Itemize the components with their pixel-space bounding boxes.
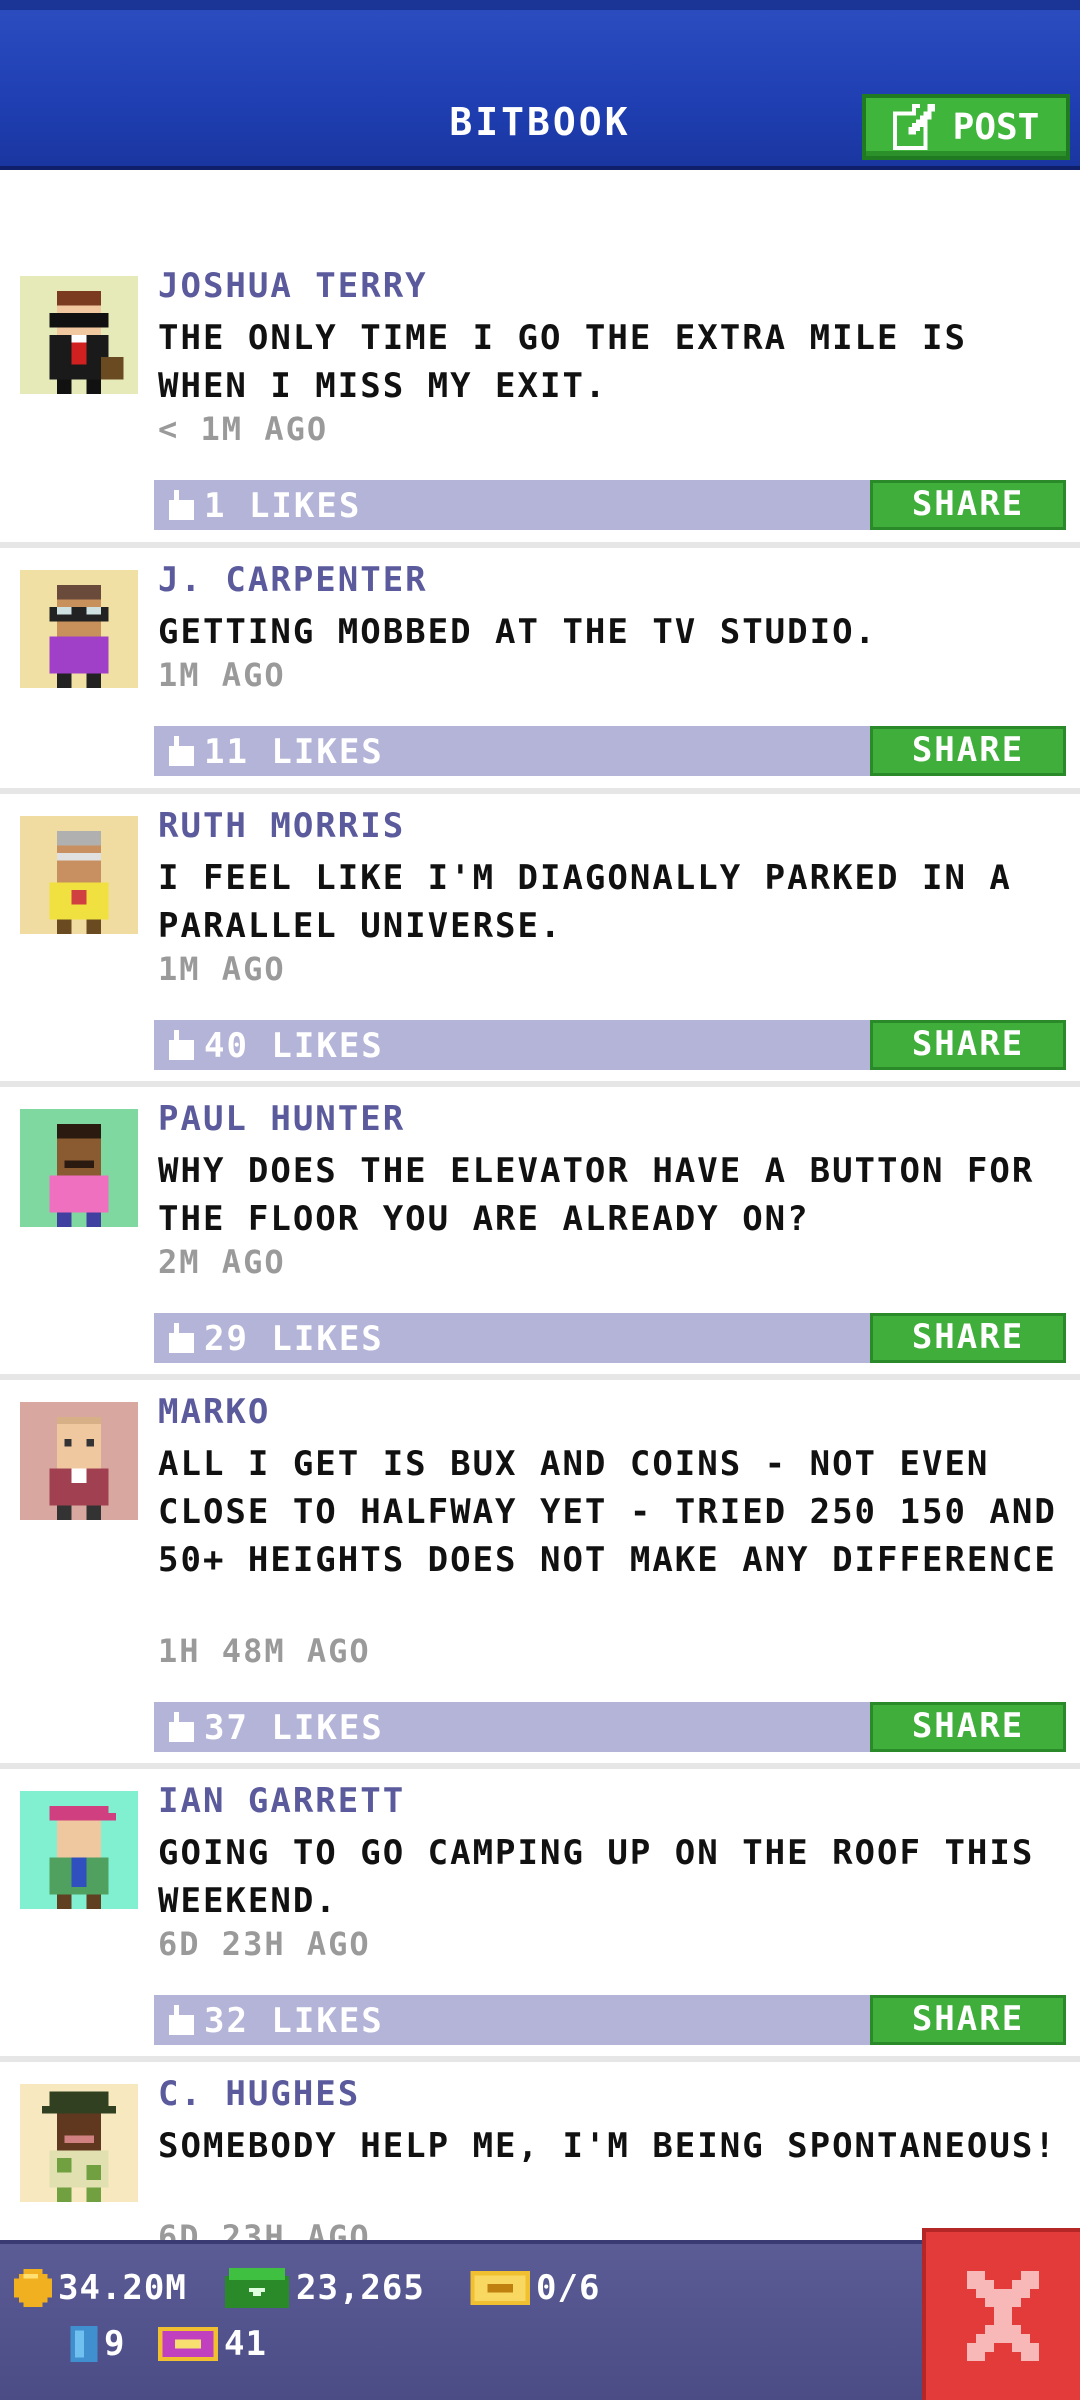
coins-stat: 34.20M [14, 2268, 187, 2308]
tickets-stat: 0/6 [470, 2268, 600, 2308]
post-button[interactable]: POST [862, 94, 1070, 160]
post-author[interactable]: RUTH MORRIS [158, 806, 405, 846]
post-text: ALL I GET IS BUX AND COINS - NOT EVEN CL… [158, 1444, 1057, 1580]
post-time: 1M AGO [158, 656, 286, 694]
post-time: 6D 23H AGO [158, 1925, 371, 1963]
avatar-glasses-purple-shirt-icon[interactable] [20, 570, 138, 688]
compose-icon [892, 104, 939, 150]
post-text: THE ONLY TIME I GO THE EXTRA MILE IS WHE… [158, 318, 967, 406]
post-text: GOING TO GO CAMPING UP ON THE ROOF THIS … [158, 1833, 1035, 1921]
likes-bar: 1 LIKES SHARE [154, 480, 1066, 530]
feed-post: PAUL HUNTER WHY DOES THE ELEVATOR HAVE A… [0, 1087, 1080, 1380]
elevator-icon [70, 2326, 98, 2362]
feed-post: J. CARPENTER GETTING MOBBED AT THE TV ST… [0, 548, 1080, 794]
coins-value: 34.20M [58, 2268, 187, 2308]
post-text: SOMEBODY HELP ME, I'M BEING SPONTANEOUS! [158, 2126, 1057, 2166]
likes-bar: 11 LIKES SHARE [154, 726, 1066, 776]
tickets-value: 0/6 [536, 2268, 601, 2308]
avatar-mustache-pink-shirt-icon[interactable] [20, 1109, 138, 1227]
avatar-hat-floral-shirt-icon[interactable] [20, 2084, 138, 2202]
likes-bar: 32 LIKES SHARE [154, 1995, 1066, 2045]
avatar-bald-red-shirt-icon[interactable] [20, 1402, 138, 1520]
close-icon [967, 2271, 1039, 2361]
likes-bar: 37 LIKES SHARE [154, 1702, 1066, 1752]
share-button[interactable]: SHARE [870, 1995, 1066, 2045]
golden-tickets-value: 41 [224, 2324, 267, 2364]
bitizens-value: 9 [104, 2324, 126, 2364]
share-button[interactable]: SHARE [870, 1702, 1066, 1752]
bux-stat: 23,265 [224, 2268, 425, 2308]
close-button[interactable] [922, 2228, 1080, 2400]
post-time: 6D 23H AGO [158, 2218, 371, 2240]
bux-icon [225, 2268, 289, 2308]
news-feed[interactable]: JOSHUA TERRY THE ONLY TIME I GO THE EXTR… [0, 174, 1080, 2240]
likes-bar: 29 LIKES SHARE [154, 1313, 1066, 1363]
post-author[interactable]: C. HUGHES [158, 2074, 360, 2114]
share-button[interactable]: SHARE [870, 1020, 1066, 1070]
golden-ticket-icon [158, 2326, 218, 2362]
likes-count: 32 LIKES [204, 2001, 384, 2041]
thumbs-up-icon[interactable] [164, 1323, 194, 1353]
ticket-icon [470, 2271, 530, 2305]
likes-count: 37 LIKES [204, 1708, 384, 1748]
avatar-grey-hair-yellow-shirt-icon[interactable] [20, 816, 138, 934]
post-text: WHY DOES THE ELEVATOR HAVE A BUTTON FOR … [158, 1151, 1035, 1239]
post-author[interactable]: PAUL HUNTER [158, 1099, 405, 1139]
thumbs-up-icon[interactable] [164, 1712, 194, 1742]
share-button[interactable]: SHARE [870, 480, 1066, 530]
app-header: BITBOOK POST [0, 0, 1080, 170]
bux-value: 23,265 [296, 2268, 425, 2308]
share-button[interactable]: SHARE [870, 1313, 1066, 1363]
bitizens-stat: 9 [70, 2324, 125, 2364]
post-author[interactable]: J. CARPENTER [158, 560, 428, 600]
likes-count: 1 LIKES [204, 486, 362, 526]
post-time: 2M AGO [158, 1243, 286, 1281]
feed-post: MARKO ALL I GET IS BUX AND COINS - NOT E… [0, 1380, 1080, 1769]
feed-post: C. HUGHES SOMEBODY HELP ME, I'M BEING SP… [0, 2062, 1080, 2240]
post-button-label: POST [952, 106, 1040, 148]
likes-bar: 40 LIKES SHARE [154, 1020, 1066, 1070]
thumbs-up-icon[interactable] [164, 1030, 194, 1060]
thumbs-up-icon[interactable] [164, 736, 194, 766]
post-author[interactable]: IAN GARRETT [158, 1781, 405, 1821]
thumbs-up-icon[interactable] [164, 490, 194, 520]
feed-post: RUTH MORRIS I FEEL LIKE I'M DIAGONALLY P… [0, 794, 1080, 1087]
post-author[interactable]: JOSHUA TERRY [158, 266, 428, 306]
golden-tickets-stat: 41 [158, 2324, 267, 2364]
feed-post: IAN GARRETT GOING TO GO CAMPING UP ON TH… [0, 1769, 1080, 2062]
coin-icon [14, 2269, 52, 2307]
likes-count: 40 LIKES [204, 1026, 384, 1066]
likes-count: 11 LIKES [204, 732, 384, 772]
feed-post: JOSHUA TERRY THE ONLY TIME I GO THE EXTR… [0, 174, 1080, 548]
avatar-pink-cap-green-shirt-icon[interactable] [20, 1791, 138, 1909]
post-time: < 1M AGO [158, 410, 329, 448]
post-time: 1M AGO [158, 950, 286, 988]
post-time: 1H 48M AGO [158, 1632, 371, 1670]
status-bar: 34.20M 23,265 0/6 9 41 [0, 2240, 1080, 2400]
post-text: I FEEL LIKE I'M DIAGONALLY PARKED IN A P… [158, 858, 1012, 946]
avatar-sunglasses-suit-icon[interactable] [20, 276, 138, 394]
share-button[interactable]: SHARE [870, 726, 1066, 776]
thumbs-up-icon[interactable] [164, 2005, 194, 2035]
post-text: GETTING MOBBED AT THE TV STUDIO. [158, 612, 878, 652]
header-top-strip [0, 0, 1080, 10]
likes-count: 29 LIKES [204, 1319, 384, 1359]
post-author[interactable]: MARKO [158, 1392, 270, 1432]
